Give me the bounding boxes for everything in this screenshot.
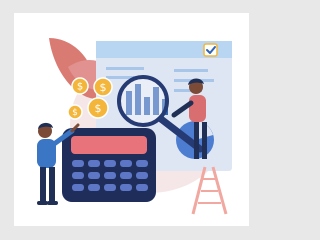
analyst-torso — [189, 95, 206, 122]
illustration-frame: $ $ $ $ — [0, 0, 262, 240]
checkbox-icon — [203, 43, 218, 57]
calculator-screen — [71, 136, 147, 154]
financial-analysis-illustration: $ $ $ $ — [37, 38, 232, 215]
document-line — [106, 76, 134, 79]
man-shoe — [47, 201, 58, 205]
coin-symbol: $ — [100, 81, 107, 94]
coin-symbol: $ — [72, 108, 78, 118]
coin-symbol: $ — [95, 102, 102, 115]
coin-symbol: $ — [77, 82, 83, 93]
calculator-keys — [72, 160, 148, 191]
analyst-leg — [202, 122, 207, 159]
man-leg — [40, 167, 46, 202]
document-line — [174, 69, 208, 72]
man-leg — [49, 167, 55, 202]
man-shoe — [37, 201, 48, 205]
analyst-leg — [194, 122, 199, 159]
document-line — [106, 67, 144, 70]
